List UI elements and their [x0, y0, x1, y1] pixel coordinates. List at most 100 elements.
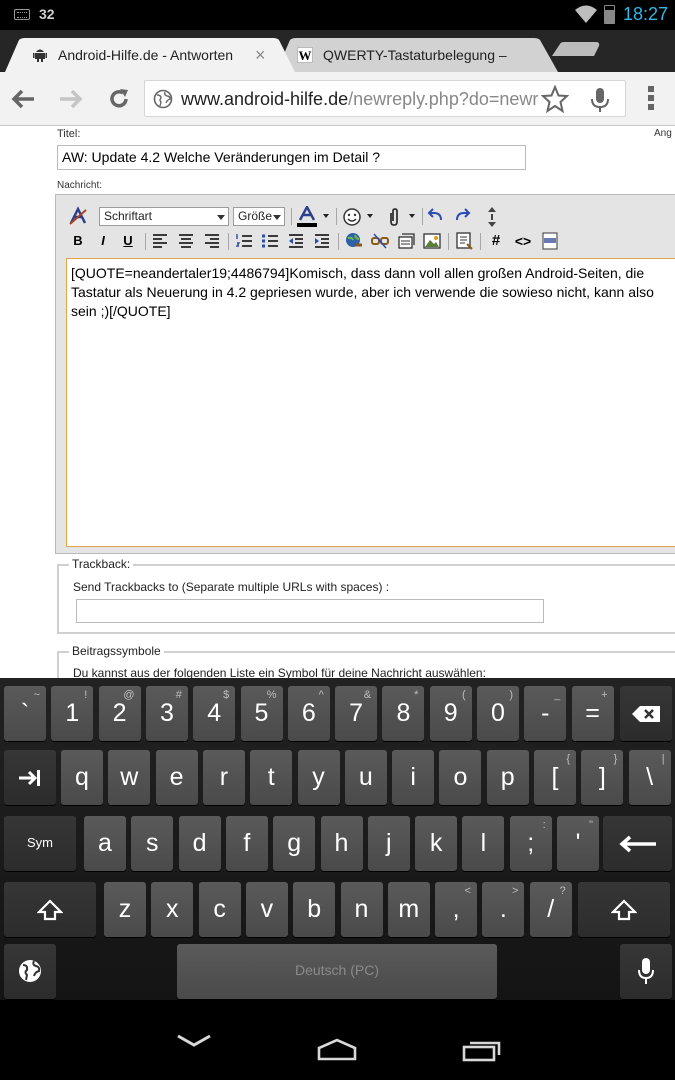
php-code-icon[interactable] — [540, 231, 560, 251]
key-r3-10[interactable]: ' " — [557, 816, 599, 871]
indent-icon[interactable] — [312, 231, 332, 251]
tab-android-hilfe[interactable]: Android-Hilfe.de - Antworten × — [5, 38, 295, 72]
redo-icon[interactable] — [452, 206, 472, 226]
font-family-select[interactable]: Schriftart — [99, 207, 229, 226]
key-r2-7[interactable]: i — [392, 750, 435, 805]
key-r3-9[interactable]: ;: — [509, 816, 552, 871]
back-button[interactable] — [8, 84, 38, 114]
key-r3-8[interactable]: l — [462, 816, 505, 871]
key-r1-5[interactable]: 5% — [240, 686, 283, 741]
insert-email-icon[interactable] — [396, 231, 416, 251]
key-r4-9[interactable]: /? — [529, 882, 572, 937]
key-r4-0[interactable]: z — [104, 882, 146, 937]
trackback-input[interactable] — [76, 599, 544, 623]
menu-icon[interactable] — [646, 84, 656, 114]
insert-link-icon[interactable] — [344, 231, 364, 251]
key-r1-7[interactable]: 7 & — [335, 686, 378, 741]
title-input[interactable]: AW: Update 4.2 Welche Veränderungen im D… — [57, 145, 526, 170]
close-tab-icon[interactable]: × — [255, 45, 266, 66]
key-r2-12[interactable]: \ | — [628, 750, 671, 805]
new-tab-button[interactable] — [552, 38, 602, 72]
font-color-button[interactable] — [296, 206, 330, 228]
key-r1-1[interactable]: 1! — [51, 686, 94, 741]
key-r1-6[interactable]: 6 ^ — [287, 686, 330, 741]
key-r2-8[interactable]: o — [439, 750, 482, 805]
key-r1-12[interactable]: = + — [571, 686, 614, 741]
key-r4-2[interactable]: c — [198, 882, 241, 937]
back-nav-icon[interactable] — [176, 1028, 212, 1048]
shift-key-right[interactable] — [578, 882, 670, 937]
key-r3-5[interactable]: h — [320, 816, 363, 871]
resize-editor-icon[interactable] — [482, 206, 502, 228]
unordered-list-icon[interactable] — [260, 231, 280, 251]
key-r1-3[interactable]: 3 # — [145, 686, 188, 741]
key-r2-1[interactable]: w — [108, 750, 151, 805]
language-key[interactable] — [4, 944, 56, 999]
key-r2-6[interactable]: u — [344, 750, 387, 805]
reload-button[interactable] — [104, 84, 134, 114]
smilie-button[interactable] — [342, 206, 376, 228]
key-r2-11[interactable]: ]} — [581, 750, 624, 805]
key-r2-4[interactable]: t — [250, 750, 293, 805]
space-key[interactable]: Deutsch (PC) — [177, 944, 497, 999]
key-r1-4[interactable]: 4 $ — [193, 686, 236, 741]
outdent-icon[interactable] — [286, 231, 306, 251]
key-r2-3[interactable]: r — [202, 750, 245, 805]
key-r1-9[interactable]: 9( — [429, 686, 472, 741]
italic-button[interactable]: I — [93, 231, 113, 251]
tab-key[interactable] — [4, 750, 56, 805]
key-r4-5[interactable]: n — [340, 882, 383, 937]
address-bar[interactable]: www.android-hilfe.de/newreply.php?do=new… — [144, 80, 626, 117]
bold-button[interactable]: B — [68, 231, 88, 251]
key-r4-7[interactable]: , < — [435, 882, 478, 937]
key-r3-7[interactable]: k — [415, 816, 458, 871]
key-r2-0[interactable]: q — [61, 750, 103, 805]
sym-key[interactable]: Sym — [4, 816, 76, 871]
enter-key[interactable] — [603, 816, 672, 871]
code-button[interactable]: <> — [511, 231, 535, 251]
align-center-icon[interactable] — [176, 231, 196, 251]
key-r3-1[interactable]: s — [131, 816, 174, 871]
key-r3-3[interactable]: f — [225, 816, 268, 871]
key-r2-2[interactable]: e — [155, 750, 198, 805]
recent-apps-icon[interactable] — [462, 1038, 502, 1062]
key-r1-0[interactable]: ` ~ — [4, 686, 46, 741]
microphone-icon[interactable] — [589, 87, 611, 113]
voice-input-key[interactable] — [620, 944, 672, 999]
quote-icon[interactable] — [454, 231, 474, 251]
key-r2-9[interactable]: p — [486, 750, 529, 805]
insert-image-icon[interactable] — [422, 231, 442, 251]
align-right-icon[interactable] — [202, 231, 222, 251]
key-r2-5[interactable]: y — [297, 750, 340, 805]
forward-button[interactable] — [56, 84, 86, 114]
key-r1-2[interactable]: 2 @ — [98, 686, 141, 741]
key-r3-0[interactable]: a — [84, 816, 126, 871]
key-r4-4[interactable]: b — [293, 882, 336, 937]
key-r4-6[interactable]: m — [387, 882, 430, 937]
key-r3-2[interactable]: d — [178, 816, 221, 871]
home-icon[interactable] — [316, 1038, 358, 1062]
font-size-select[interactable]: Größe — [233, 207, 285, 226]
key-r4-1[interactable]: x — [151, 882, 194, 937]
attachment-button[interactable] — [384, 206, 418, 228]
key-r3-6[interactable]: j — [367, 816, 410, 871]
align-left-icon[interactable] — [150, 231, 170, 251]
remove-format-icon[interactable] — [68, 206, 88, 226]
key-r2-10[interactable]: [{ — [534, 750, 576, 805]
tab-qwerty[interactable]: W QWERTY-Tastaturbelegung – — [276, 38, 558, 72]
remove-link-icon[interactable] — [370, 231, 390, 251]
undo-icon[interactable] — [426, 206, 446, 226]
underline-button[interactable]: U — [118, 231, 138, 251]
bookmark-star-icon[interactable] — [541, 85, 569, 113]
hash-tag-button[interactable]: # — [486, 231, 506, 251]
message-textarea[interactable]: [QUOTE=neandertaler19;4486794]Komisch, d… — [66, 258, 675, 547]
key-r1-10[interactable]: 0) — [477, 686, 519, 741]
key-r4-3[interactable]: v — [245, 882, 288, 937]
ordered-list-icon[interactable] — [234, 231, 254, 251]
key-r1-8[interactable]: 8 * — [382, 686, 425, 741]
key-r3-4[interactable]: g — [273, 816, 316, 871]
backspace-key[interactable] — [620, 686, 672, 741]
shift-key-left[interactable] — [4, 882, 96, 937]
key-r4-8[interactable]: . > — [482, 882, 525, 937]
key-r1-11[interactable]: - _ — [524, 686, 567, 741]
